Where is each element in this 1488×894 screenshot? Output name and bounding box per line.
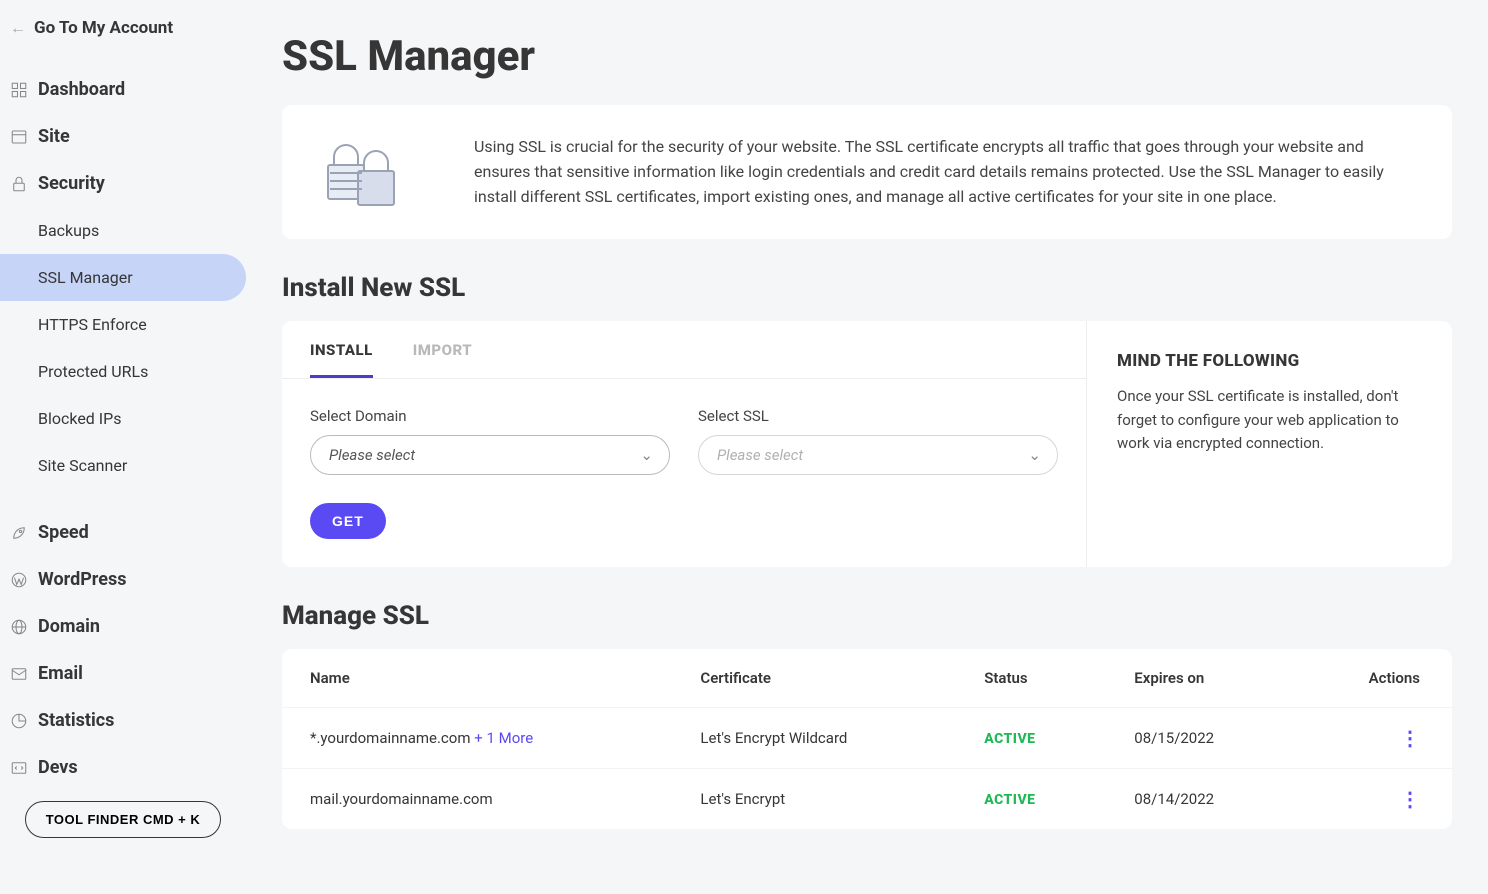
table-row: *.yourdomainname.com + 1 More Let's Encr…: [282, 708, 1452, 769]
col-name: Name: [282, 649, 672, 708]
sidebar-item-site[interactable]: Site: [0, 113, 246, 160]
select-ssl-label: Select SSL: [698, 407, 1058, 425]
sidebar-item-label: Devs: [38, 757, 78, 778]
col-expires: Expires on: [1106, 649, 1296, 708]
status-badge: ACTIVE: [984, 792, 1035, 808]
install-form: INSTALL IMPORT Select Domain Please sele…: [282, 321, 1086, 567]
tab-import[interactable]: IMPORT: [413, 321, 472, 378]
sidebar-item-dashboard[interactable]: Dashboard: [0, 66, 246, 113]
sidebar-item-label: Speed: [38, 522, 89, 543]
subnav-blocked-ips[interactable]: Blocked IPs: [0, 395, 246, 442]
nav-list-2: Speed WordPress Domain Email Statistics …: [0, 509, 246, 791]
cell-certificate: Let's Encrypt: [672, 769, 956, 830]
sidebar-item-domain[interactable]: Domain: [0, 603, 246, 650]
sidebar-item-wordpress[interactable]: WordPress: [0, 556, 246, 603]
arrow-left-icon: ←: [10, 18, 26, 38]
sidebar-item-label: Dashboard: [38, 79, 125, 100]
select-ssl-dropdown[interactable]: Please select ⌄: [698, 435, 1058, 475]
sidebar-item-security[interactable]: Security: [0, 160, 246, 207]
sidebar-item-statistics[interactable]: Statistics: [0, 697, 246, 744]
mail-icon: [10, 665, 28, 683]
tab-install[interactable]: INSTALL: [310, 321, 373, 378]
ssl-padlock-icon: [318, 137, 418, 207]
go-to-account-link[interactable]: ← Go To My Account: [0, 10, 246, 46]
select-ssl-placeholder: Please select: [717, 446, 803, 464]
wordpress-icon: [10, 571, 28, 589]
more-domains-link[interactable]: + 1 More: [471, 729, 534, 747]
install-card: INSTALL IMPORT Select Domain Please sele…: [282, 321, 1452, 567]
chevron-down-icon: ⌄: [1028, 446, 1041, 464]
rocket-icon: [10, 524, 28, 542]
subnav-site-scanner[interactable]: Site Scanner: [0, 442, 246, 489]
tool-finder-button[interactable]: TOOL FINDER CMD + K: [25, 801, 222, 838]
sidebar-item-label: Domain: [38, 616, 100, 637]
cell-actions: ⋮: [1296, 769, 1452, 830]
sidebar: ← Go To My Account Dashboard Site Securi…: [0, 0, 246, 894]
browser-icon: [10, 128, 28, 146]
select-domain-label: Select Domain: [310, 407, 670, 425]
security-subnav: Backups SSL Manager HTTPS Enforce Protec…: [0, 207, 246, 489]
sidebar-item-label: Site: [38, 126, 70, 147]
chevron-down-icon: ⌄: [640, 446, 653, 464]
table-row: mail.yourdomainname.com Let's Encrypt AC…: [282, 769, 1452, 830]
subnav-ssl-manager[interactable]: SSL Manager: [0, 254, 246, 301]
grid-icon: [10, 81, 28, 99]
subnav-https-enforce[interactable]: HTTPS Enforce: [0, 301, 246, 348]
subnav-backups[interactable]: Backups: [0, 207, 246, 254]
kebab-menu-icon[interactable]: ⋮: [1400, 726, 1420, 750]
manage-section-title: Manage SSL: [282, 601, 1452, 631]
sidebar-item-speed[interactable]: Speed: [0, 509, 246, 556]
sidebar-item-label: Security: [38, 173, 105, 194]
cell-actions: ⋮: [1296, 708, 1452, 769]
col-certificate: Certificate: [672, 649, 956, 708]
code-icon: [10, 759, 28, 777]
cell-name: mail.yourdomainname.com: [282, 769, 672, 830]
cell-certificate: Let's Encrypt Wildcard: [672, 708, 956, 769]
info-title: MIND THE FOLLOWING: [1117, 351, 1422, 371]
account-link-label: Go To My Account: [34, 18, 173, 38]
cell-expires: 08/14/2022: [1106, 769, 1296, 830]
cell-expires: 08/15/2022: [1106, 708, 1296, 769]
sidebar-item-devs[interactable]: Devs: [0, 744, 246, 791]
table-header-row: Name Certificate Status Expires on Actio…: [282, 649, 1452, 708]
install-tabs: INSTALL IMPORT: [282, 321, 1086, 379]
intro-card: Using SSL is crucial for the security of…: [282, 105, 1452, 239]
col-status: Status: [956, 649, 1106, 708]
pie-chart-icon: [10, 712, 28, 730]
main-content: SSL Manager Using SSL is crucial for the…: [246, 0, 1488, 894]
cell-name: *.yourdomainname.com + 1 More: [282, 708, 672, 769]
col-actions: Actions: [1296, 649, 1452, 708]
kebab-menu-icon[interactable]: ⋮: [1400, 787, 1420, 811]
lock-icon: [10, 175, 28, 193]
install-info-panel: MIND THE FOLLOWING Once your SSL certifi…: [1086, 321, 1452, 567]
info-text: Once your SSL certificate is installed, …: [1117, 385, 1422, 455]
install-section-title: Install New SSL: [282, 273, 1452, 303]
cell-status: ACTIVE: [956, 769, 1106, 830]
page-title: SSL Manager: [282, 32, 1452, 81]
sidebar-item-label: Statistics: [38, 710, 114, 731]
status-badge: ACTIVE: [984, 731, 1035, 747]
sidebar-item-label: WordPress: [38, 569, 126, 590]
get-button[interactable]: GET: [310, 503, 386, 539]
cell-status: ACTIVE: [956, 708, 1106, 769]
globe-icon: [10, 618, 28, 636]
subnav-protected-urls[interactable]: Protected URLs: [0, 348, 246, 395]
intro-text: Using SSL is crucial for the security of…: [474, 135, 1416, 209]
select-domain-dropdown[interactable]: Please select ⌄: [310, 435, 670, 475]
sidebar-item-label: Email: [38, 663, 83, 684]
select-domain-placeholder: Please select: [329, 446, 415, 464]
sidebar-item-email[interactable]: Email: [0, 650, 246, 697]
manage-ssl-table: Name Certificate Status Expires on Actio…: [282, 649, 1452, 829]
nav-list: Dashboard Site Security: [0, 66, 246, 207]
